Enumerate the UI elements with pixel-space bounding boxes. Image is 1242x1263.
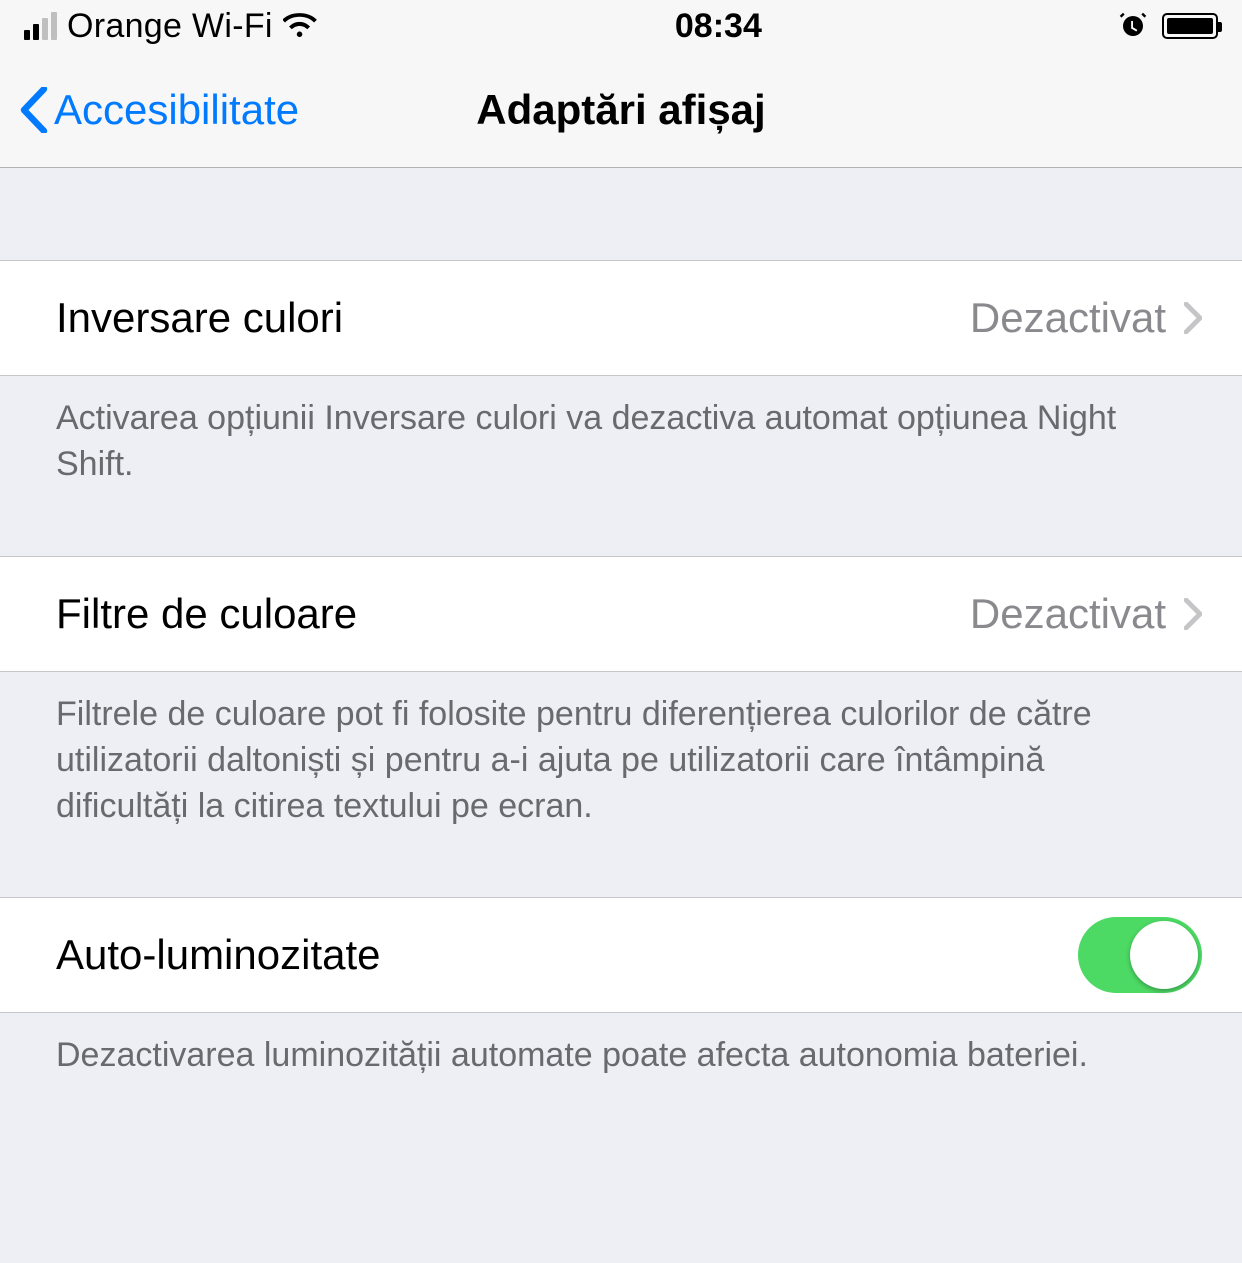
row-invert-colors[interactable]: Inversare culori Dezactivat [0,260,1242,376]
wifi-icon [283,13,319,39]
battery-icon [1162,13,1218,39]
back-label: Accesibilitate [54,86,299,134]
section-gap [0,829,1242,897]
section-gap [0,168,1242,260]
status-bar: Orange Wi-Fi 08:34 [0,0,1242,52]
section-gap [0,488,1242,556]
status-right [1118,11,1218,41]
page-title: Adaptări afișaj [476,86,765,134]
auto-brightness-toggle[interactable] [1078,917,1202,993]
row-label: Auto-luminozitate [56,931,381,979]
row-label: Filtre de culoare [56,590,357,638]
back-button[interactable]: Accesibilitate [20,86,299,134]
nav-bar: Accesibilitate Adaptări afișaj [0,52,1242,168]
footer-auto-brightness: Dezactivarea luminozității automate poat… [0,1013,1242,1079]
chevron-left-icon [20,87,48,133]
toggle-knob [1130,921,1198,989]
chevron-right-icon [1184,302,1202,334]
chevron-right-icon [1184,598,1202,630]
carrier-label: Orange Wi-Fi [67,7,273,46]
row-color-filters[interactable]: Filtre de culoare Dezactivat [0,556,1242,672]
clock-time: 08:34 [675,7,762,46]
row-value: Dezactivat [970,590,1166,638]
row-value: Dezactivat [970,294,1166,342]
row-auto-brightness: Auto-luminozitate [0,897,1242,1013]
footer-color-filters: Filtrele de culoare pot fi folosite pent… [0,672,1242,830]
status-left: Orange Wi-Fi [24,7,319,46]
row-label: Inversare culori [56,294,343,342]
row-right: Dezactivat [970,294,1202,342]
alarm-icon [1118,11,1148,41]
footer-invert-colors: Activarea opțiunii Inversare culori va d… [0,376,1242,488]
signal-strength-icon [24,12,57,40]
row-right: Dezactivat [970,590,1202,638]
